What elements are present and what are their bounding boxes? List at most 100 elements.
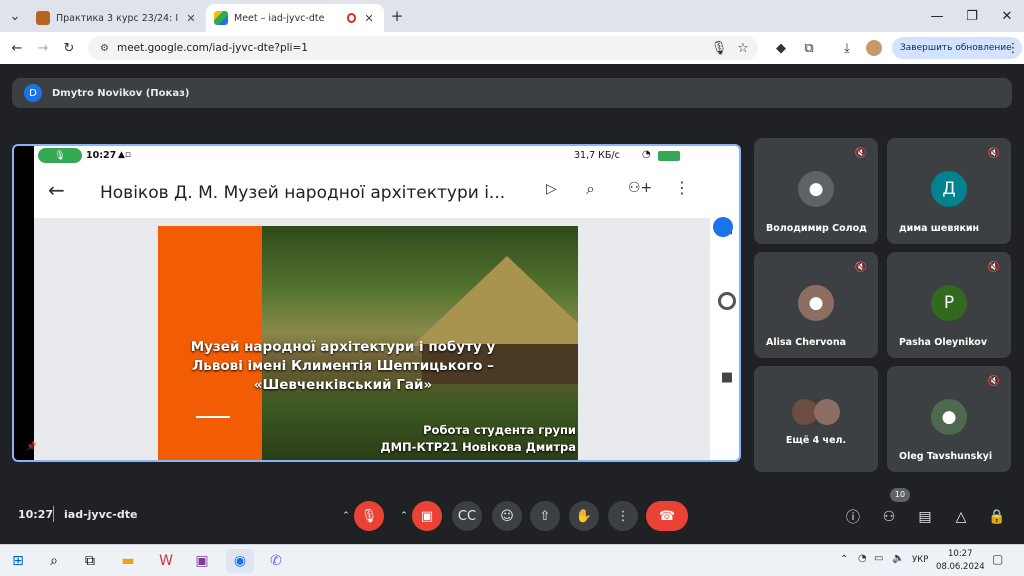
notifications-icon[interactable]: ▢ xyxy=(992,552,1003,566)
slide-area: Музей народної архітектури і побуту у Ль… xyxy=(34,218,710,460)
recording-icon xyxy=(346,13,356,23)
nav-recents-icon: ■ xyxy=(720,369,734,385)
forward-icon[interactable]: → xyxy=(34,39,52,57)
slide: Музей народної архітектури і побуту у Ль… xyxy=(158,226,578,460)
back-icon[interactable]: ← xyxy=(8,39,26,57)
chrome-icon[interactable]: ◉ xyxy=(226,549,254,573)
save-app-icon[interactable]: ▣ xyxy=(188,549,216,573)
present-button[interactable]: ⇧ xyxy=(530,501,560,531)
browser-tab-strip: ⌄ Практика 3 курс 23/24: Індивідуа ✕ Mee… xyxy=(0,0,1024,32)
participant-tile-more[interactable]: Ещё 4 чел. xyxy=(754,366,878,472)
participant-tile[interactable]: 🔇 Д дима шевякин xyxy=(887,138,1011,244)
battery-icon xyxy=(658,151,680,161)
participant-avatar: ● xyxy=(798,285,834,321)
close-icon[interactable]: ✕ xyxy=(362,12,376,25)
pin-icon[interactable]: 📌 xyxy=(26,442,37,452)
update-button[interactable]: Завершить обновление xyxy=(892,37,1022,59)
activities-icon[interactable]: △ xyxy=(952,508,970,526)
windows-taskbar: ⊞ ⌕ ⧉ ▬ W ▣ ◉ ✆ ⌃ ◔ ▭ 🔈 УКР 10:27 08.06.… xyxy=(0,544,1024,576)
presenter-label: Dmytro Novikov (Показ) xyxy=(52,87,190,99)
participant-tile[interactable]: 🔇 ● Володимир Солод xyxy=(754,138,878,244)
tab-meet[interactable]: Meet – iad-jyvc-dte ✕ xyxy=(206,4,384,32)
slide-subtitle-line2: ДМП-КТР21 Новікова Дмитра xyxy=(380,440,576,454)
restore-icon[interactable]: ❐ xyxy=(955,0,989,32)
back-arrow-icon: ← xyxy=(48,178,65,202)
people-icon[interactable]: ⚇ xyxy=(880,508,898,526)
play-icon: ▷ xyxy=(546,181,557,197)
tab-practice[interactable]: Практика 3 курс 23/24: Індивідуа ✕ xyxy=(28,4,206,32)
people-count-badge: 10 xyxy=(890,488,910,502)
viber-icon[interactable]: ✆ xyxy=(262,549,290,573)
meet-favicon-icon xyxy=(214,11,228,25)
chevron-up-icon[interactable]: ⌃ xyxy=(340,510,352,522)
raise-hand-button[interactable]: ✋ xyxy=(569,501,599,531)
divider xyxy=(53,506,54,522)
file-explorer-icon[interactable]: ▬ xyxy=(114,549,142,573)
camera-toggle-button[interactable]: ▣ xyxy=(412,501,442,531)
more-icon: ⋮ xyxy=(674,178,690,197)
host-controls-icon[interactable]: 🔒 xyxy=(988,508,1006,526)
warning-icon: ▲▫ xyxy=(118,150,132,160)
wifi-icon: ◔ xyxy=(642,149,651,160)
extension-icon[interactable]: ◆ xyxy=(772,39,790,57)
language-indicator[interactable]: УКР xyxy=(912,555,928,565)
window-close-icon[interactable]: ✕ xyxy=(990,0,1024,32)
participant-tile[interactable]: 🔇 P Pasha Oleynikov xyxy=(887,252,1011,358)
screen-share-tile[interactable]: 🎙 10:27 ▲▫ 31,7 КБ/с ◔ ← Новіков Д. М. М… xyxy=(12,144,741,462)
participant-avatar: ● xyxy=(931,399,967,435)
network-speed: 31,7 КБ/с xyxy=(574,150,620,161)
chevron-up-icon[interactable]: ⌃ xyxy=(398,510,410,522)
download-icon[interactable]: ⤓ xyxy=(838,39,856,57)
wps-office-icon[interactable]: W xyxy=(152,549,180,573)
close-icon[interactable]: ✕ xyxy=(184,12,198,25)
meet-stage: D Dmytro Novikov (Показ) 🎙 10:27 ▲▫ 31,7… xyxy=(0,64,1024,544)
address-bar[interactable]: ⚙ meet.google.com/iad-jyvc-dte?pli=1 xyxy=(88,36,758,60)
windows-start-icon[interactable]: ⊞ xyxy=(4,549,32,573)
clock-date[interactable]: 08.06.2024 xyxy=(936,562,985,572)
volume-icon[interactable]: 🔈 xyxy=(892,553,904,564)
minimize-icon[interactable]: — xyxy=(920,0,954,32)
mic-active-icon: 🎙 xyxy=(38,148,82,163)
wifi-icon[interactable]: ◔ xyxy=(858,553,867,564)
mic-off-icon: 🔇 xyxy=(854,148,868,159)
search-icon[interactable]: ⌕ xyxy=(40,549,68,573)
search-icon: ⌕ xyxy=(586,179,595,198)
info-icon[interactable]: ⓘ xyxy=(844,508,862,526)
mic-toggle-button[interactable]: 🎙 xyxy=(354,501,384,531)
site-info-icon[interactable]: ⚙ xyxy=(100,43,109,54)
screen-icon: ▭ xyxy=(43,442,52,452)
tray-chevron-icon[interactable]: ⌃ xyxy=(840,554,848,565)
participant-avatar xyxy=(814,399,840,425)
presenter-bar: D Dmytro Novikov (Показ) xyxy=(12,78,1012,108)
add-person-icon: ⚇+ xyxy=(628,180,653,196)
battery-icon[interactable]: ▭ xyxy=(874,553,883,564)
reload-icon[interactable]: ↻ xyxy=(60,39,78,57)
meeting-code: iad-jyvc-dte xyxy=(64,508,138,521)
speaking-indicator-icon xyxy=(713,217,733,237)
participant-avatar: ● xyxy=(798,171,834,207)
profile-avatar[interactable] xyxy=(866,40,882,56)
meeting-controls: 10:27 iad-jyvc-dte ⌃ 🎙 ⌃ ▣ CC ☺ ⇧ ✋ ⋮ ☎ … xyxy=(0,488,1024,544)
nav-home-icon xyxy=(718,292,736,310)
participant-tile[interactable]: 🔇 ● Alisa Chervona xyxy=(754,252,878,358)
emoji-button[interactable]: ☺ xyxy=(492,501,522,531)
mic-off-icon: 🔇 xyxy=(987,262,1001,273)
task-view-icon[interactable]: ⧉ xyxy=(76,549,104,573)
captions-button[interactable]: CC xyxy=(452,501,482,531)
browser-toolbar: ← → ↻ ⚙ meet.google.com/iad-jyvc-dte?pli… xyxy=(0,32,1024,64)
moodle-favicon-icon xyxy=(36,11,50,25)
tab-search-icon[interactable]: ⌄ xyxy=(6,7,24,25)
more-options-button[interactable]: ⋮ xyxy=(608,501,638,531)
clock-time[interactable]: 10:27 xyxy=(948,549,973,559)
slide-divider xyxy=(196,416,230,418)
puzzle-icon[interactable]: ⧉ xyxy=(800,39,818,57)
new-tab-icon[interactable]: + xyxy=(388,7,406,25)
bookmark-star-icon[interactable]: ☆ xyxy=(734,39,752,57)
participant-tile[interactable]: 🔇 ● Oleg Tavshunskyi xyxy=(887,366,1011,472)
chat-icon[interactable]: ▤ xyxy=(916,508,934,526)
meeting-time: 10:27 xyxy=(18,508,54,521)
menu-kebab-icon[interactable]: ⋮ xyxy=(1004,39,1022,57)
presenter-avatar: D xyxy=(24,84,42,102)
microphone-icon[interactable]: 🎙 xyxy=(710,39,728,57)
leave-call-button[interactable]: ☎ xyxy=(646,501,688,531)
